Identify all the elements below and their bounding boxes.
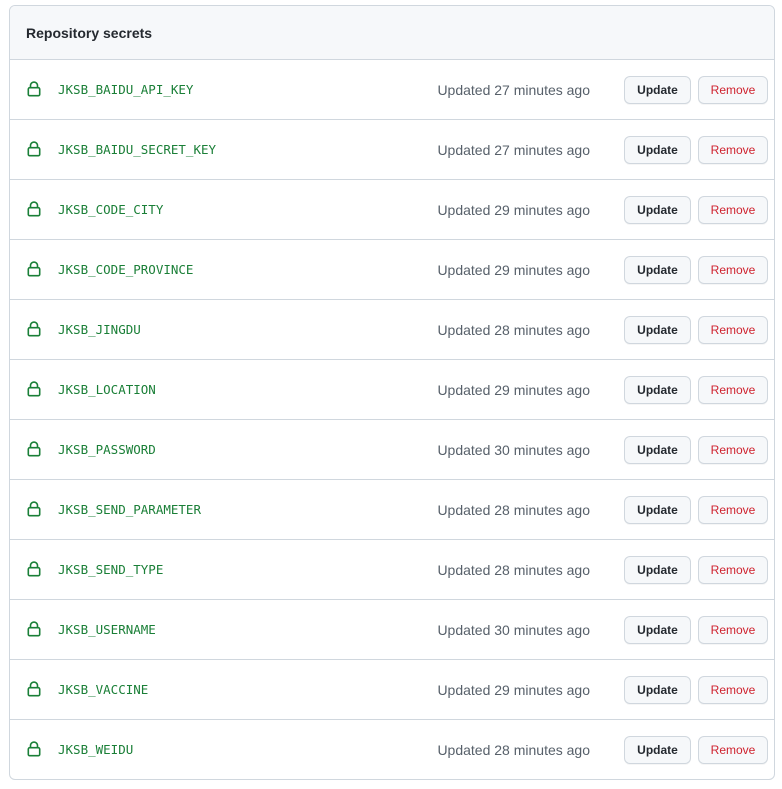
update-button[interactable]: Update	[624, 735, 691, 764]
update-button[interactable]: Update	[624, 555, 691, 584]
lock-icon	[27, 320, 41, 337]
secret-row-2: JKSB_CODE_CITY Updated 29 minutes ago Up…	[10, 180, 774, 240]
secret-row-8: JKSB_SEND_TYPE Updated 28 minutes ago Up…	[10, 540, 774, 600]
lock-icon	[27, 500, 41, 517]
updated-time: Updated 28 minutes ago	[437, 501, 590, 518]
secrets-list: JKSB_BAIDU_API_KEY Updated 27 minutes ag…	[10, 60, 774, 779]
lock-icon	[27, 140, 41, 157]
secret-name: JKSB_PASSWORD	[58, 442, 156, 457]
repository-secrets-panel: Repository secrets JKSB_BAIDU_API_KEY Up…	[9, 5, 775, 780]
remove-button[interactable]: Remove	[698, 675, 768, 704]
secret-row-1: JKSB_BAIDU_SECRET_KEY Updated 27 minutes…	[10, 120, 774, 180]
secret-row-9: JKSB_USERNAME Updated 30 minutes ago Upd…	[10, 600, 774, 660]
secret-name: JKSB_SEND_PARAMETER	[58, 502, 201, 517]
updated-time: Updated 28 minutes ago	[437, 561, 590, 578]
remove-button[interactable]: Remove	[698, 375, 768, 404]
update-button[interactable]: Update	[624, 135, 691, 164]
secret-row-7: JKSB_SEND_PARAMETER Updated 28 minutes a…	[10, 480, 774, 540]
secret-row-0: JKSB_BAIDU_API_KEY Updated 27 minutes ag…	[10, 60, 774, 120]
lock-icon	[27, 80, 41, 97]
remove-button[interactable]: Remove	[698, 495, 768, 524]
update-button[interactable]: Update	[624, 495, 691, 524]
secret-name: JKSB_WEIDU	[58, 742, 134, 757]
lock-icon	[27, 680, 41, 697]
update-button[interactable]: Update	[624, 615, 691, 644]
updated-time: Updated 30 minutes ago	[437, 441, 590, 458]
updated-time: Updated 29 minutes ago	[437, 201, 590, 218]
secret-row-5: JKSB_LOCATION Updated 29 minutes ago Upd…	[10, 360, 774, 420]
update-button[interactable]: Update	[624, 195, 691, 224]
lock-icon	[27, 740, 41, 757]
updated-time: Updated 29 minutes ago	[437, 681, 590, 698]
update-button[interactable]: Update	[624, 315, 691, 344]
update-button[interactable]: Update	[624, 435, 691, 464]
remove-button[interactable]: Remove	[698, 315, 768, 344]
secret-name: JKSB_VACCINE	[58, 682, 149, 697]
secret-name: JKSB_USERNAME	[58, 622, 156, 637]
secret-name: JKSB_LOCATION	[58, 382, 156, 397]
secret-row-11: JKSB_WEIDU Updated 28 minutes ago Update…	[10, 720, 774, 779]
panel-header: Repository secrets	[10, 6, 774, 60]
lock-icon	[27, 440, 41, 457]
panel-title: Repository secrets	[26, 24, 153, 41]
updated-time: Updated 27 minutes ago	[437, 81, 590, 98]
updated-time: Updated 29 minutes ago	[437, 261, 590, 278]
remove-button[interactable]: Remove	[698, 195, 768, 224]
remove-button[interactable]: Remove	[698, 735, 768, 764]
update-button[interactable]: Update	[624, 255, 691, 284]
lock-icon	[27, 620, 41, 637]
remove-button[interactable]: Remove	[698, 255, 768, 284]
updated-time: Updated 29 minutes ago	[437, 381, 590, 398]
update-button[interactable]: Update	[624, 75, 691, 104]
secret-name: JKSB_CODE_PROVINCE	[58, 262, 194, 277]
update-button[interactable]: Update	[624, 675, 691, 704]
remove-button[interactable]: Remove	[698, 135, 768, 164]
secret-row-4: JKSB_JINGDU Updated 28 minutes ago Updat…	[10, 300, 774, 360]
updated-time: Updated 27 minutes ago	[437, 141, 590, 158]
secret-name: JKSB_JINGDU	[58, 322, 141, 337]
lock-icon	[27, 560, 41, 577]
secret-name: JKSB_CODE_CITY	[58, 202, 164, 217]
secret-name: JKSB_BAIDU_API_KEY	[58, 82, 194, 97]
secret-row-10: JKSB_VACCINE Updated 29 minutes ago Upda…	[10, 660, 774, 720]
updated-time: Updated 28 minutes ago	[437, 741, 590, 758]
updated-time: Updated 28 minutes ago	[437, 321, 590, 338]
lock-icon	[27, 380, 41, 397]
secret-row-6: JKSB_PASSWORD Updated 30 minutes ago Upd…	[10, 420, 774, 480]
updated-time: Updated 30 minutes ago	[437, 621, 590, 638]
remove-button[interactable]: Remove	[698, 615, 768, 644]
secret-name: JKSB_SEND_TYPE	[58, 562, 164, 577]
remove-button[interactable]: Remove	[698, 435, 768, 464]
remove-button[interactable]: Remove	[698, 555, 768, 584]
secret-name: JKSB_BAIDU_SECRET_KEY	[58, 142, 217, 157]
lock-icon	[27, 260, 41, 277]
remove-button[interactable]: Remove	[698, 75, 768, 104]
secret-row-3: JKSB_CODE_PROVINCE Updated 29 minutes ag…	[10, 240, 774, 300]
update-button[interactable]: Update	[624, 375, 691, 404]
lock-icon	[27, 200, 41, 217]
